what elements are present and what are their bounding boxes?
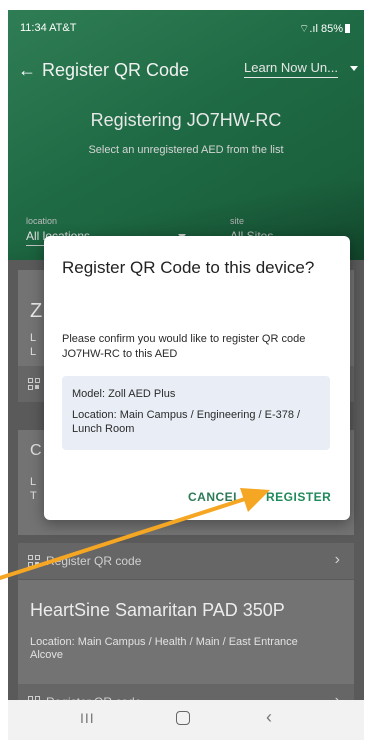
aed-card-title: Z	[30, 300, 43, 322]
page-title: Register QR Code	[42, 60, 190, 80]
learn-now-dropdown[interactable]: Learn Now Un...	[244, 60, 338, 78]
cancel-button[interactable]: CANCEL	[188, 490, 241, 504]
qr-code-icon	[28, 554, 40, 567]
site-filter-label: site	[230, 216, 245, 226]
aed-card-line: T	[30, 490, 37, 502]
dialog-body: Please confirm you would like to registe…	[62, 333, 306, 360]
system-nav-bar: III ‹	[8, 700, 364, 740]
register-button[interactable]: REGISTER	[266, 490, 331, 504]
status-bar: 11:34 AT&T ⌔.ıl 85%	[20, 22, 352, 40]
back-arrow-icon[interactable]: ←	[18, 60, 36, 81]
instruction-text: Select an unregistered AED from the list	[88, 144, 284, 156]
top-app-bar: ← Register QR Code Learn Now Un...	[8, 56, 364, 86]
app-header: 11:34 AT&T ⌔.ıl 85% ← Register QR Code L…	[8, 10, 364, 260]
aed-card-line: L	[30, 476, 37, 488]
chevron-right-icon[interactable]: ›	[335, 551, 340, 569]
caret-down-icon[interactable]	[350, 66, 358, 71]
recents-button[interactable]: III	[80, 710, 95, 726]
status-indicators: ⌔.ıl 85%	[299, 22, 350, 36]
qr-code-icon	[28, 377, 40, 390]
home-icon[interactable]	[176, 711, 190, 725]
aed-card-line: L	[30, 332, 37, 344]
aed-card[interactable]: HeartSine Samaritan PAD 350P Location: M…	[18, 580, 354, 720]
register-qr-label: Register QR code	[46, 554, 142, 568]
aed-info-box: Model: Zoll AED Plus Location: Main Camp…	[62, 376, 330, 450]
aed-card-title: C	[30, 442, 42, 459]
dialog-title: Register QR Code to this device?	[62, 258, 315, 277]
register-qr-row[interactable]: Register QR code ›	[18, 543, 354, 579]
register-confirm-dialog: Register QR Code to this device? Please …	[44, 236, 350, 520]
aed-card-title: HeartSine Samaritan PAD 350P	[30, 600, 285, 620]
aed-card-location: Location: Main Campus / Health / Main / …	[30, 636, 298, 661]
aed-location: Location: Main Campus / Engineering / E-…	[72, 409, 301, 435]
status-time: 11:34 AT&T	[20, 22, 77, 34]
battery-icon	[345, 24, 350, 33]
location-filter-label: location	[26, 216, 58, 226]
aed-card-line: L	[30, 346, 37, 358]
nav-back-button[interactable]: ‹	[266, 707, 272, 728]
signal-battery-text: ⌔.ıl 85%	[299, 23, 343, 35]
registering-heading: Registering JO7HW-RC	[90, 110, 282, 130]
aed-model: Model: Zoll AED Plus	[72, 388, 176, 400]
